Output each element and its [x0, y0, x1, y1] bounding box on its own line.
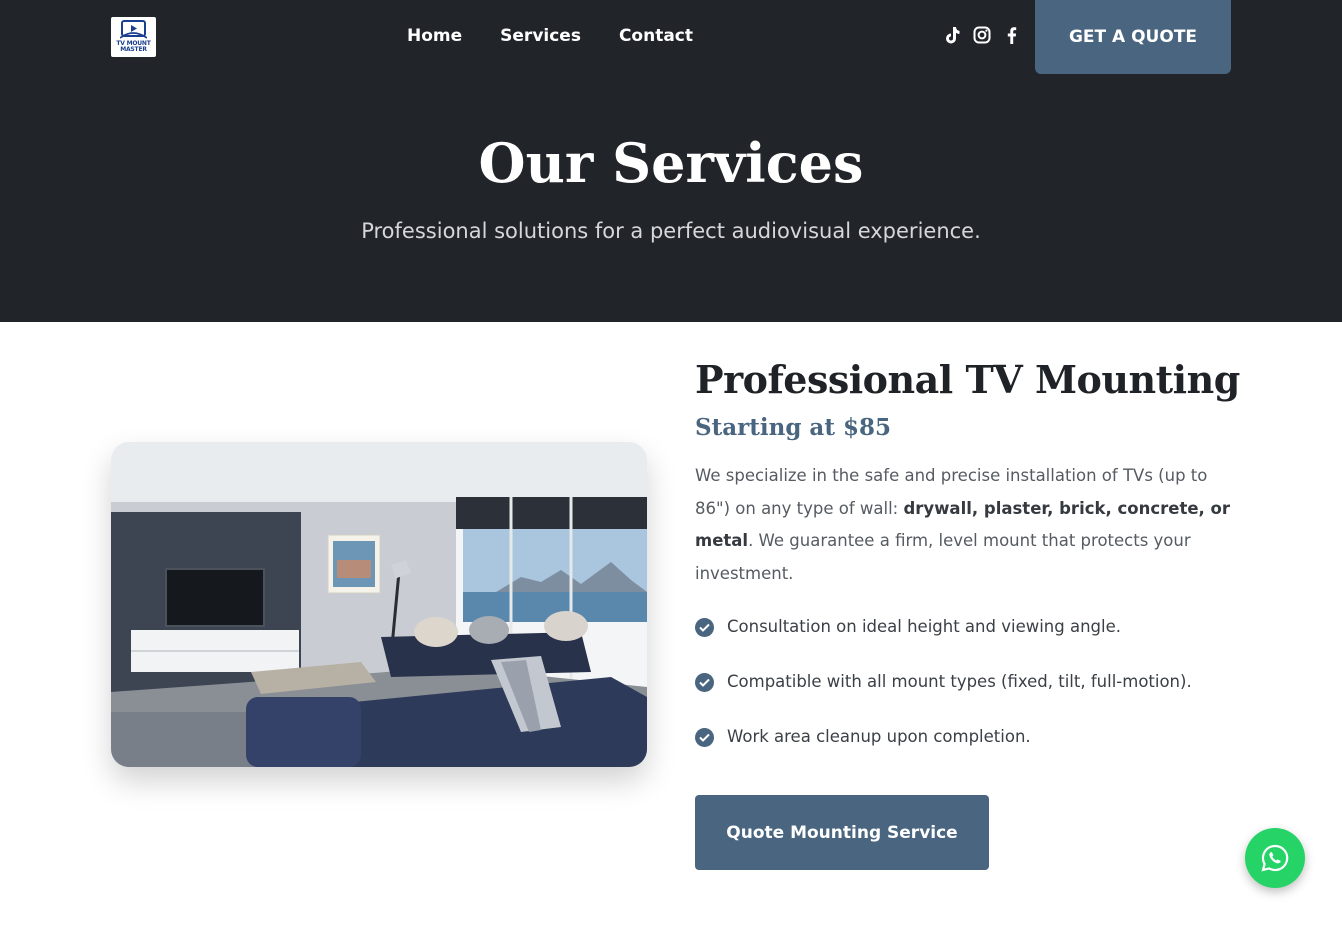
feature-item: Compatible with all mount types (fixed, …	[695, 669, 1255, 724]
check-circle-icon	[695, 618, 714, 637]
facebook-icon[interactable]	[1002, 25, 1022, 45]
social-links	[942, 25, 1032, 45]
feature-item: Work area cleanup upon completion.	[695, 724, 1255, 779]
living-room-photo	[111, 442, 647, 767]
logo-text: TV MOUNT MASTER	[116, 40, 151, 53]
feature-item: Consultation on ideal height and viewing…	[695, 614, 1255, 669]
instagram-icon[interactable]	[972, 25, 992, 45]
check-circle-icon	[695, 673, 714, 692]
nav-links: Home Services Contact	[407, 24, 731, 48]
feature-text: Consultation on ideal height and viewing…	[727, 617, 1121, 636]
quote-mounting-service-button[interactable]: Quote Mounting Service	[695, 795, 989, 870]
get-a-quote-button[interactable]: GET A QUOTE	[1035, 0, 1231, 74]
feature-text: Work area cleanup upon completion.	[727, 727, 1031, 746]
check-circle-icon	[695, 728, 714, 747]
page-title: Our Services	[478, 131, 864, 195]
description-outro: . We guarantee a firm, level mount that …	[695, 531, 1191, 583]
nav-services-link[interactable]: Services	[500, 24, 581, 48]
feature-text: Compatible with all mount types (fixed, …	[727, 672, 1192, 691]
nav-contact-link[interactable]: Contact	[619, 24, 693, 48]
site-logo[interactable]: TV MOUNT MASTER	[111, 17, 156, 57]
nav-home-link[interactable]: Home	[407, 24, 462, 48]
service-description: We specialize in the safe and precise in…	[695, 460, 1235, 590]
whatsapp-icon	[1261, 844, 1289, 872]
top-navigation: TV MOUNT MASTER Home Services Contact GE…	[0, 0, 1342, 74]
service-price: Starting at $85	[695, 414, 891, 441]
tv-logo-icon	[120, 20, 147, 39]
tiktok-icon[interactable]	[942, 25, 962, 45]
whatsapp-chat-button[interactable]	[1245, 828, 1305, 888]
service-title: Professional TV Mounting	[695, 357, 1240, 402]
feature-list: Consultation on ideal height and viewing…	[695, 614, 1255, 779]
hero-section: TV MOUNT MASTER Home Services Contact GE…	[0, 0, 1342, 322]
page-subtitle: Professional solutions for a perfect aud…	[361, 219, 981, 243]
